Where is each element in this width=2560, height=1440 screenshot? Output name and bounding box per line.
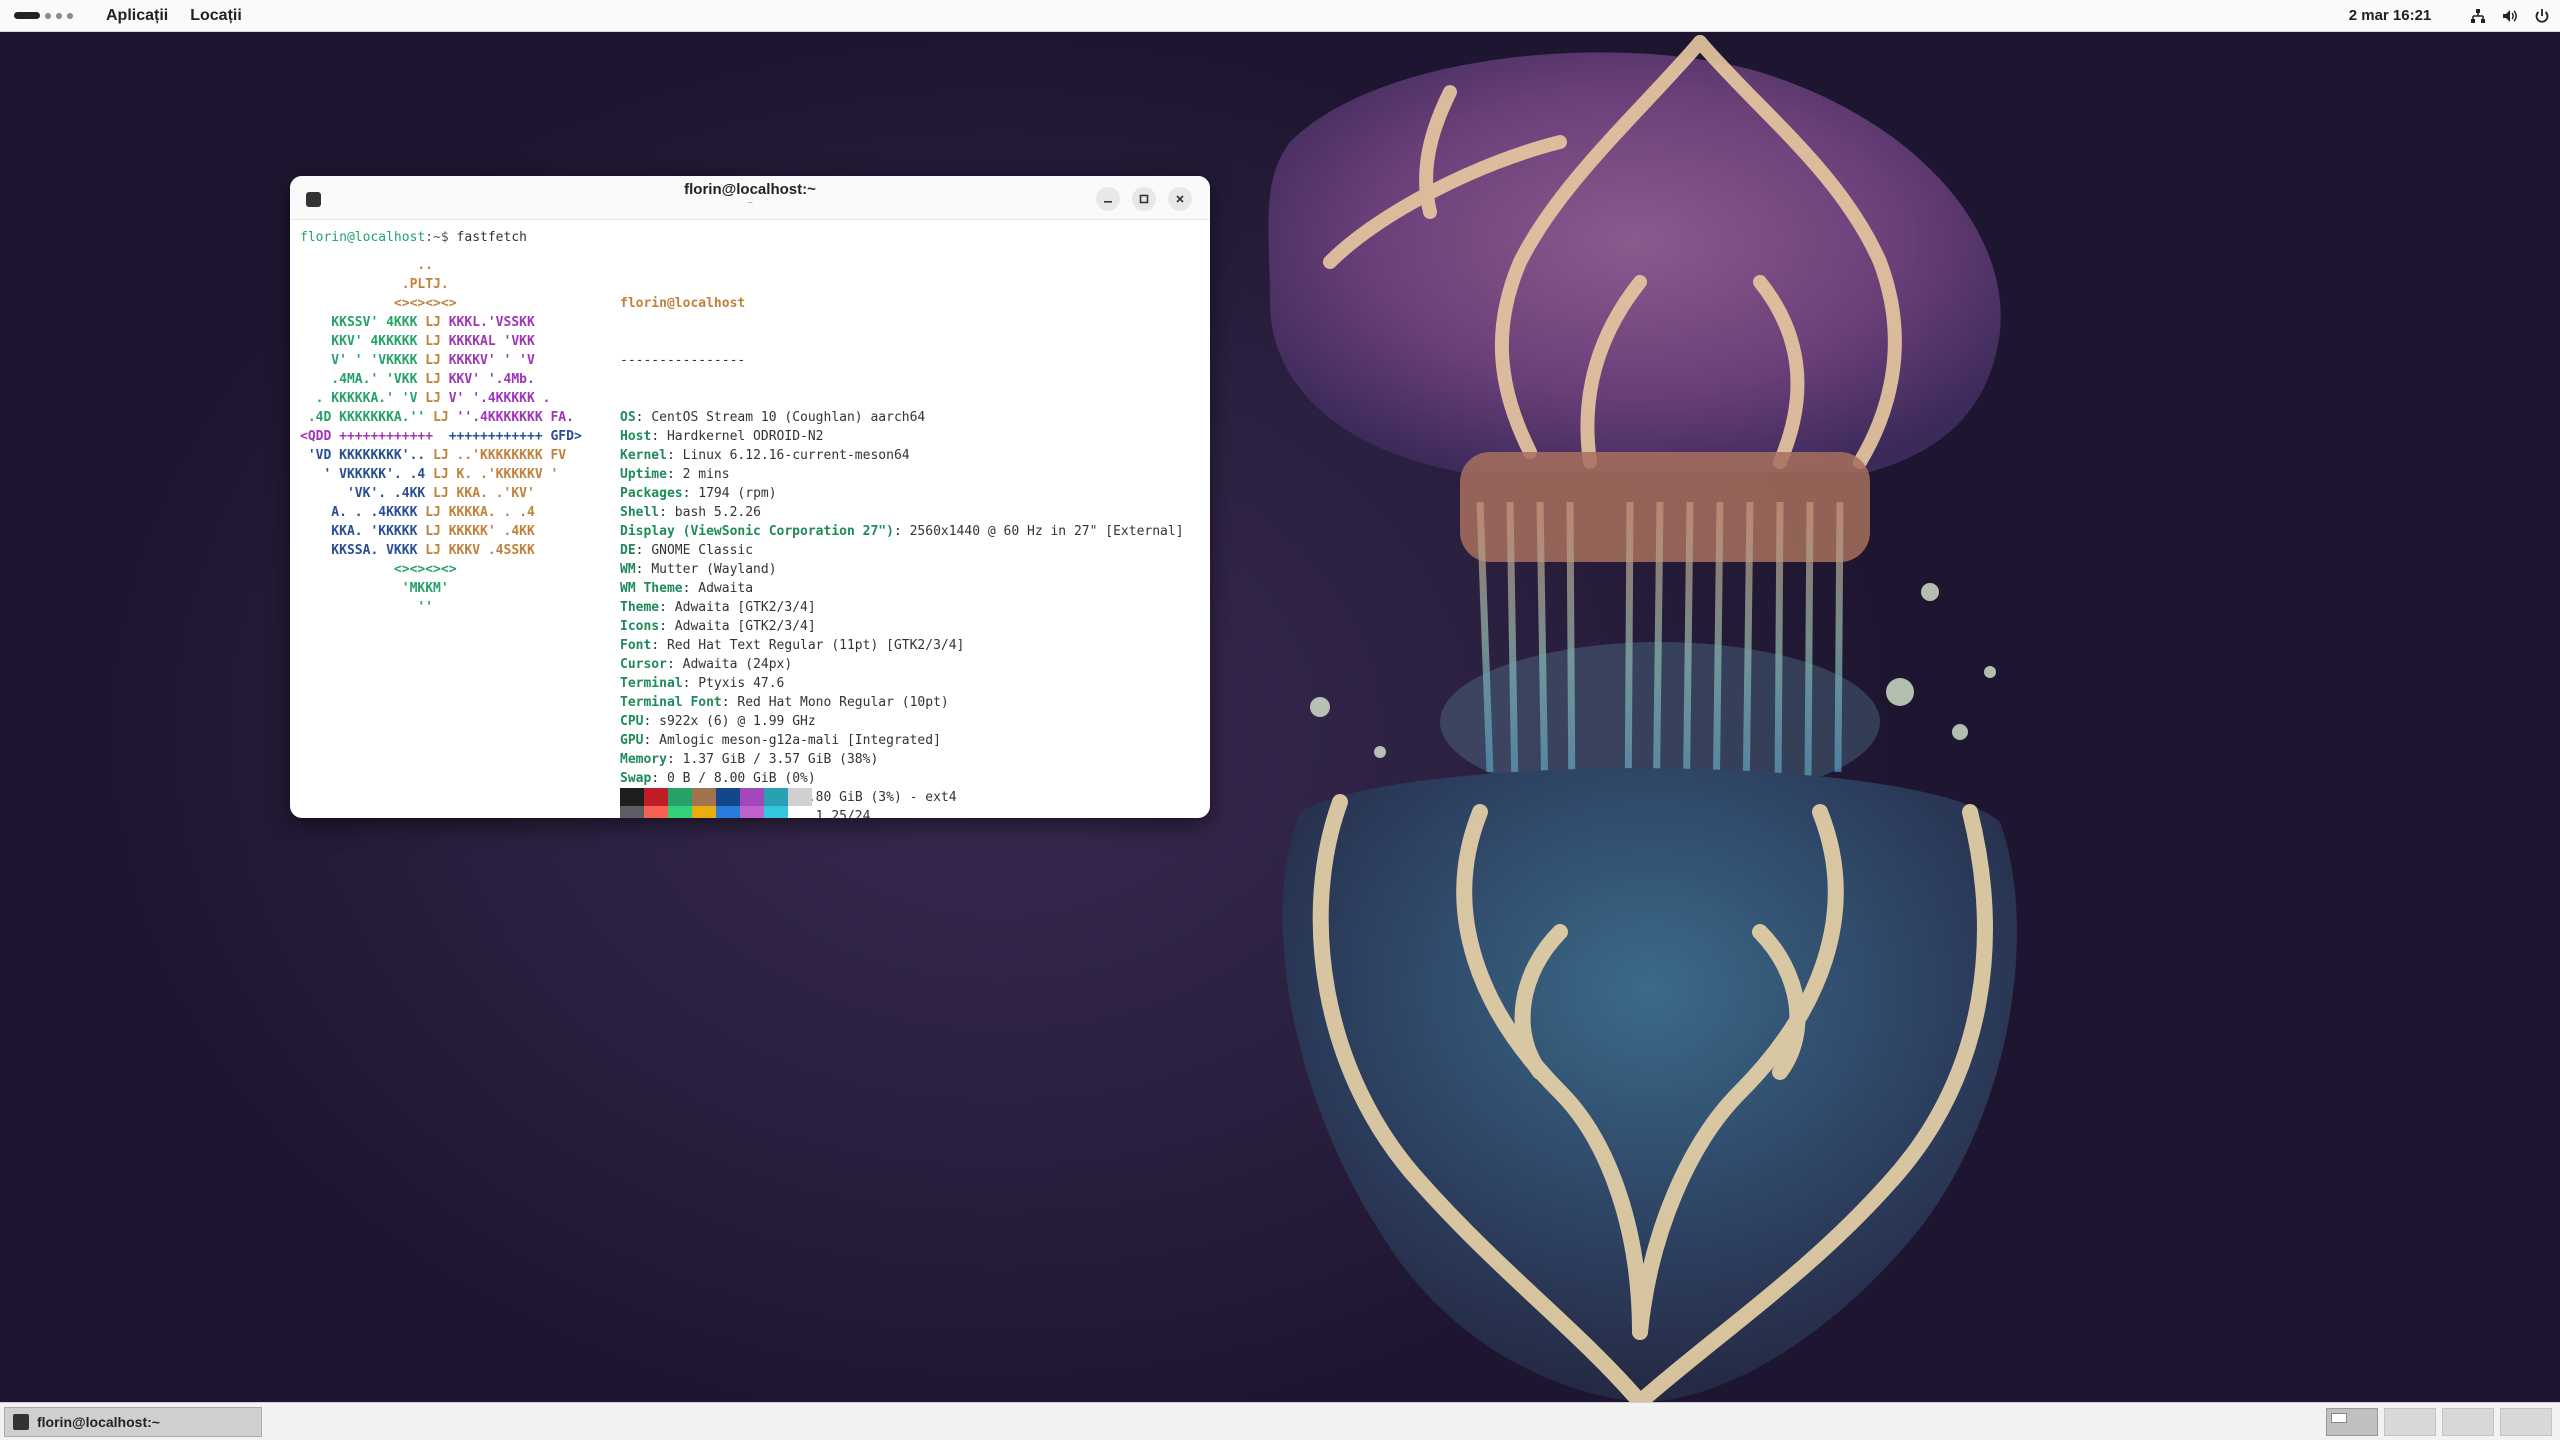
info-row: Display (ViewSonic Corporation 27"): 256… [620, 524, 1184, 539]
logo-row: KKA. 'KKKKK LJ KKKKK' .4KK [300, 524, 535, 539]
palette-swatch [716, 806, 740, 818]
palette-swatch [788, 788, 812, 806]
info-row: Packages: 1794 (rpm) [620, 486, 777, 501]
logo-row: .4D KKKKKKKA.'' LJ ''.4KKKKKKK FA. [300, 410, 574, 425]
palette-swatch [740, 788, 764, 806]
color-palette [620, 788, 812, 818]
logo-row: . KKKKKA.' 'V LJ V' '.4KKKKK . [300, 391, 551, 406]
window-title: florin@localhost:~ [684, 181, 816, 198]
info-row: OS: CentOS Stream 10 (Coughlan) aarch64 [620, 410, 926, 425]
palette-swatch [620, 788, 644, 806]
system-info: florin@localhost ---------------- OS: Ce… [620, 256, 1184, 818]
top-bar: Aplicații Locații 2 mar 16:21 [0, 0, 2560, 32]
logo-row: .PLTJ. [300, 277, 449, 292]
palette-swatch [692, 806, 716, 818]
info-row: WM: Mutter (Wayland) [620, 562, 777, 577]
info-row: Icons: Adwaita [GTK2/3/4] [620, 619, 816, 634]
workspace-4[interactable] [2500, 1408, 2552, 1436]
info-row: Shell: bash 5.2.26 [620, 505, 761, 520]
logo-row: .. [300, 258, 434, 273]
info-row: WM Theme: Adwaita [620, 581, 754, 596]
logo-row: <><><><> [300, 562, 457, 577]
power-icon[interactable] [2534, 8, 2550, 24]
workspace-1[interactable] [2326, 1408, 2378, 1436]
info-row: Memory: 1.37 GiB / 3.57 GiB (38%) [620, 752, 879, 767]
palette-swatch [788, 806, 812, 818]
palette-swatch [740, 806, 764, 818]
logo-row: A. . .4KKKK LJ KKKKA. . .4 [300, 505, 535, 520]
palette-swatch [644, 788, 668, 806]
distro-logo-ascii: .. .PLTJ. <><><><> KKSSV' 4KKK LJ KKKL.'… [300, 256, 582, 617]
close-icon [1176, 195, 1184, 203]
info-row: Theme: Adwaita [GTK2/3/4] [620, 600, 816, 615]
minimize-button[interactable] [1096, 187, 1120, 211]
info-row: Cursor: Adwaita (24px) [620, 657, 793, 672]
info-row: DE: GNOME Classic [620, 543, 754, 558]
logo-row: 'VK'. .4KK LJ KKA. .'KV' [300, 486, 535, 501]
places-menu[interactable]: Locații [190, 7, 242, 25]
info-hostname: florin@localhost [620, 296, 746, 311]
command-line: florin@localhost:~$ fastfetch [300, 230, 527, 245]
logo-row: KKSSA. VKKK LJ KKKV .4SSKK [300, 543, 535, 558]
desktop: florin@localhost:~ ~ florin@localhost:~$… [0, 32, 2560, 1402]
applications-menu[interactable]: Aplicații [106, 7, 168, 25]
workspace-2[interactable] [2384, 1408, 2436, 1436]
info-row: Terminal Font: Red Hat Mono Regular (10p… [620, 695, 949, 710]
maximize-icon [1139, 194, 1149, 204]
maximize-button[interactable] [1132, 187, 1156, 211]
logo-row: <QDD ++++++++++++ ++++++++++++ GFD> [300, 429, 582, 444]
logo-row: <><><><> [300, 296, 457, 311]
workspace-3[interactable] [2442, 1408, 2494, 1436]
minimize-icon [1104, 201, 1112, 203]
palette-swatch [668, 806, 692, 818]
info-row: CPU: s922x (6) @ 1.99 GHz [620, 714, 816, 729]
close-button[interactable] [1168, 187, 1192, 211]
palette-swatch [692, 788, 716, 806]
terminal-titlebar[interactable]: florin@localhost:~ ~ [290, 176, 1210, 220]
logo-row: 'VD KKKKKKKK'.. LJ ..'KKKKKKKK FV [300, 448, 567, 463]
clock[interactable]: 2 mar 16:21 [2300, 0, 2480, 32]
activities-icon[interactable] [14, 0, 84, 32]
logo-row: KKSSV' 4KKK LJ KKKL.'VSSKK [300, 315, 535, 330]
info-row: Swap: 0 B / 8.00 GiB (0%) [620, 771, 816, 786]
terminal-icon [13, 1414, 29, 1430]
logo-row: 'MKKM' [300, 581, 449, 596]
taskbar-item-terminal[interactable]: florin@localhost:~ [4, 1407, 262, 1437]
terminal-window[interactable]: florin@localhost:~ ~ florin@localhost:~$… [290, 176, 1210, 818]
info-row: Kernel: Linux 6.12.16-current-meson64 [620, 448, 910, 463]
logo-row: V' ' 'VKKKK LJ KKKKV' ' 'V [300, 353, 535, 368]
palette-swatch [668, 788, 692, 806]
palette-swatch [644, 806, 668, 818]
info-row: Font: Red Hat Text Regular (11pt) [GTK2/… [620, 638, 965, 653]
info-row: GPU: Amlogic meson-g12a-mali [Integrated… [620, 733, 941, 748]
palette-swatch [764, 806, 788, 818]
palette-swatch [764, 788, 788, 806]
info-row: Terminal: Ptyxis 47.6 [620, 676, 785, 691]
volume-icon[interactable] [2502, 8, 2518, 24]
logo-row: KKV' 4KKKKK LJ KKKKAL 'VKK [300, 334, 535, 349]
logo-row: '' [300, 600, 434, 615]
palette-swatch [716, 788, 740, 806]
network-icon[interactable] [2470, 8, 2486, 24]
terminal-output[interactable]: florin@localhost:~$ fastfetch .. .PLTJ. … [290, 220, 1210, 818]
info-separator: ---------------- [620, 353, 746, 368]
taskbar-item-label: florin@localhost:~ [37, 1414, 160, 1430]
info-row: Host: Hardkernel ODROID-N2 [620, 429, 824, 444]
window-subtitle: ~ [747, 198, 753, 209]
window-list-panel: florin@localhost:~ [0, 1402, 2560, 1440]
logo-row: ' VKKKKK'. .4 LJ K. .'KKKKKV ' [300, 467, 559, 482]
logo-row: .4MA.' 'VKK LJ KKV' '.4Mb. [300, 372, 535, 387]
system-tray[interactable] [2470, 0, 2550, 32]
info-row: Uptime: 2 mins [620, 467, 730, 482]
workspace-switcher[interactable] [2326, 1408, 2552, 1436]
palette-swatch [620, 806, 644, 818]
